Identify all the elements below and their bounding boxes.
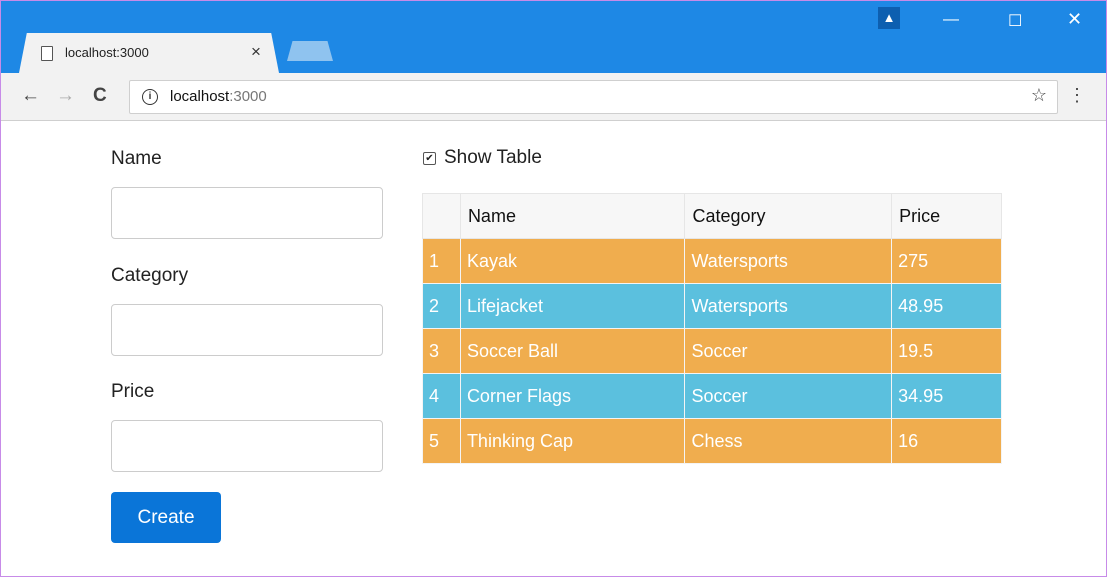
minimize-icon[interactable]: — — [943, 11, 959, 29]
price-label: Price — [111, 381, 155, 402]
header-name: Name — [459, 193, 686, 239]
url-port: :3000 — [229, 88, 267, 105]
header-price: Price — [891, 193, 1002, 239]
forward-icon[interactable]: → — [56, 85, 75, 107]
row-name: Soccer Ball — [459, 328, 686, 374]
category-input[interactable] — [111, 304, 383, 356]
name-label: Name — [111, 148, 162, 169]
close-icon[interactable]: ✕ — [1067, 9, 1082, 30]
row-name: Thinking Cap — [459, 418, 686, 464]
tab-localhost[interactable]: localhost:3000 × — [19, 33, 279, 73]
new-tab-button[interactable] — [287, 41, 333, 61]
products-table: Name Category Price 1 Kayak Watersports … — [422, 193, 1002, 464]
create-button[interactable]: Create — [111, 492, 221, 543]
star-icon[interactable]: ☆ — [1031, 85, 1047, 106]
table-row: 1 Kayak Watersports 275 — [422, 238, 1002, 284]
title-bar: localhost:3000 × ▲ — ☐ ✕ — [1, 1, 1106, 73]
row-index: 4 — [422, 373, 461, 419]
tab-close-icon[interactable]: × — [251, 42, 261, 62]
table-row: 4 Corner Flags Soccer 34.95 — [422, 373, 1002, 419]
url-text: localhost:3000 — [170, 88, 267, 105]
row-index: 5 — [422, 418, 461, 464]
row-price: 34.95 — [891, 373, 1002, 419]
maximize-icon[interactable]: ☐ — [1008, 11, 1022, 31]
back-icon[interactable]: ← — [21, 85, 40, 107]
price-input[interactable] — [111, 420, 383, 472]
row-price: 48.95 — [891, 283, 1002, 329]
menu-icon[interactable]: ⋮ — [1068, 85, 1086, 106]
row-name: Corner Flags — [459, 373, 686, 419]
show-table-label: Show Table — [444, 147, 542, 168]
name-input[interactable] — [111, 187, 383, 239]
page-icon — [41, 46, 53, 61]
info-icon[interactable]: i — [142, 89, 158, 105]
row-index: 3 — [422, 328, 461, 374]
row-name: Kayak — [459, 238, 686, 284]
profile-icon[interactable]: ▲ — [878, 7, 900, 29]
table-row: 2 Lifejacket Watersports 48.95 — [422, 283, 1002, 329]
show-table-checkbox[interactable]: ✔ — [423, 152, 436, 165]
header-index — [422, 193, 461, 239]
url-host: localhost — [170, 88, 230, 105]
category-label: Category — [111, 265, 189, 286]
row-category: Chess — [684, 418, 893, 464]
table-row: 3 Soccer Ball Soccer 19.5 — [422, 328, 1002, 374]
show-table-toggle[interactable]: ✔ Show Table — [423, 147, 542, 169]
row-category: Watersports — [684, 283, 893, 329]
tab-title: localhost:3000 — [65, 45, 149, 60]
row-index: 1 — [422, 238, 461, 284]
table-header-row: Name Category Price — [422, 193, 1002, 239]
browser-toolbar: ← → C i localhost:3000 ☆ ⋮ — [1, 73, 1106, 121]
browser-window: localhost:3000 × ▲ — ☐ ✕ ← → C i localho… — [0, 0, 1107, 577]
row-category: Soccer — [684, 373, 893, 419]
row-price: 19.5 — [891, 328, 1002, 374]
row-price: 275 — [891, 238, 1002, 284]
row-price: 16 — [891, 418, 1002, 464]
address-bar[interactable]: i localhost:3000 ☆ — [129, 80, 1058, 114]
header-category: Category — [684, 193, 893, 239]
row-category: Soccer — [684, 328, 893, 374]
row-index: 2 — [422, 283, 461, 329]
row-category: Watersports — [684, 238, 893, 284]
reload-icon[interactable]: C — [93, 85, 107, 107]
row-name: Lifejacket — [459, 283, 686, 329]
table-row: 5 Thinking Cap Chess 16 — [422, 418, 1002, 464]
